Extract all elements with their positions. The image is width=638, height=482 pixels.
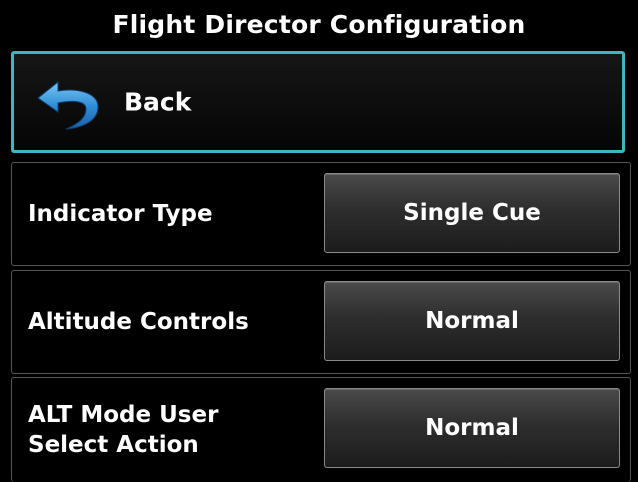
setting-row-altitude-controls: Altitude Controls Normal [11,270,631,374]
back-label: Back [124,87,192,117]
page-title: Flight Director Configuration [0,0,638,48]
setting-value: Single Cue [403,200,541,226]
back-button[interactable]: Back [11,51,625,153]
setting-value: Normal [425,415,519,441]
setting-label: ALT Mode User Select Action [28,402,219,458]
setting-row-alt-mode-user-select-action: ALT Mode User Select Action Normal [11,377,631,482]
back-arrow-icon [36,76,106,132]
setting-value: Normal [425,308,519,334]
setting-row-indicator-type: Indicator Type Single Cue [11,162,631,266]
altitude-controls-button[interactable]: Normal [324,281,620,361]
setting-label: Indicator Type [28,201,213,227]
indicator-type-button[interactable]: Single Cue [324,173,620,253]
page-title-text: Flight Director Configuration [112,9,526,39]
setting-label: Altitude Controls [28,309,249,335]
alt-mode-user-select-action-button[interactable]: Normal [324,388,620,468]
